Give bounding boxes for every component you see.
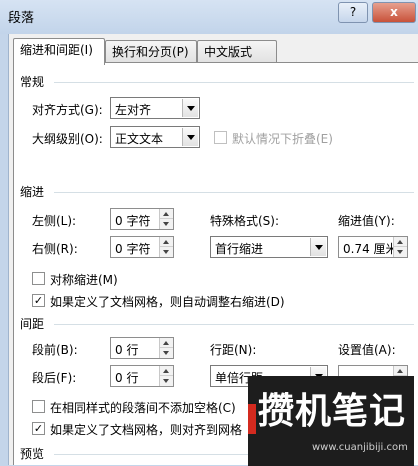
space-before-label: 段前(B): [32,343,78,357]
right-indent-value: 0 字符 [115,242,151,256]
mirror-indents-checkbox[interactable] [32,272,45,285]
spin-up-icon[interactable] [394,366,407,376]
special-indent-label: 特殊格式(S): [210,214,280,228]
spin-up-icon[interactable] [394,237,407,247]
indent-by-label: 缩进值(Y): [338,214,395,228]
alignment-select[interactable]: 左对齐 [110,97,200,119]
outline-level-value: 正文文本 [115,132,164,146]
section-general-heading: 常规 [20,75,45,89]
help-button[interactable]: ? [338,2,368,23]
section-preview-heading: 预览 [20,447,45,461]
special-indent-select[interactable]: 首行缩进 [210,236,328,258]
space-after-label: 段后(F): [32,371,77,385]
tab-indent-spacing[interactable]: 缩进和间距(I) [13,38,105,65]
watermark-url: www.cuanjibiji.com [312,442,408,453]
snap-to-grid-label: 如果定义了文档网格，则对齐到网格 [50,423,243,437]
divider [54,324,414,325]
divider [54,82,414,83]
divider [54,192,414,193]
chevron-down-icon [310,238,326,256]
section-spacing-heading: 间距 [20,317,45,331]
left-indent-stepper[interactable]: 0 字符 [110,208,174,230]
alignment-value: 左对齐 [115,103,152,117]
alignment-label: 对齐方式(G): [32,103,103,117]
help-icon: ? [349,5,357,19]
watermark-stripe [248,404,256,434]
space-after-stepper[interactable]: 0 行 [110,365,174,387]
auto-adjust-indent-label: 如果定义了文档网格，则自动调整右缩进(D) [50,295,285,309]
left-indent-value: 0 字符 [115,214,151,228]
space-after-value: 0 行 [115,371,139,385]
snap-to-grid-checkbox[interactable]: ✓ [32,422,45,435]
tab-line-page-breaks[interactable]: 换行和分页(P) [105,40,197,64]
mirror-indents-label: 对称缩进(M) [50,273,118,287]
watermark-logo: 攒机笔记 www.cuanjibiji.com [248,376,414,466]
spin-down-icon[interactable] [394,247,407,257]
indent-by-value: 0.74 厘米 [343,242,398,256]
spin-up-icon[interactable] [160,366,173,376]
collapse-label: 默认情况下折叠(E) [232,132,333,146]
no-space-same-style-checkbox[interactable] [32,400,45,413]
spin-up-icon[interactable] [160,209,173,219]
spin-down-icon[interactable] [160,219,173,229]
tab-label: 缩进和间距(I) [20,43,93,57]
indent-by-stepper[interactable]: 0.74 厘米 [338,236,408,258]
outline-level-select[interactable]: 正文文本 [110,126,200,148]
left-indent-label: 左侧(L): [32,214,77,228]
outline-level-label: 大纲级别(O): [32,132,103,146]
spacing-at-label: 设置值(A): [338,343,396,357]
auto-adjust-indent-checkbox[interactable]: ✓ [32,294,45,307]
close-button[interactable]: x [372,2,416,23]
close-icon: x [390,5,398,19]
divider [54,454,264,455]
spin-down-icon[interactable] [160,376,173,386]
no-space-same-style-label: 在相同样式的段落间不添加空格(C) [50,401,236,415]
right-indent-stepper[interactable]: 0 字符 [110,236,174,258]
spin-down-icon[interactable] [160,348,173,358]
space-before-value: 0 行 [115,343,139,357]
space-before-stepper[interactable]: 0 行 [110,337,174,359]
line-spacing-label: 行距(N): [210,343,257,357]
spin-up-icon[interactable] [160,338,173,348]
collapse-checkbox[interactable] [214,131,227,144]
right-indent-label: 右侧(R): [32,242,78,256]
section-indent-heading: 缩进 [20,185,45,199]
dialog-title: 段落 [8,11,35,26]
chevron-down-icon [182,128,198,146]
spin-up-icon[interactable] [160,237,173,247]
tab-asian-typography[interactable]: 中文版式(H) [197,40,277,81]
tab-label: 换行和分页(P) [112,45,189,59]
watermark-text: 攒机笔记 [258,391,407,432]
special-indent-value: 首行缩进 [215,242,264,256]
chevron-down-icon [182,99,198,117]
spin-down-icon[interactable] [160,247,173,257]
title-bar: 段落 ? x [0,0,418,34]
